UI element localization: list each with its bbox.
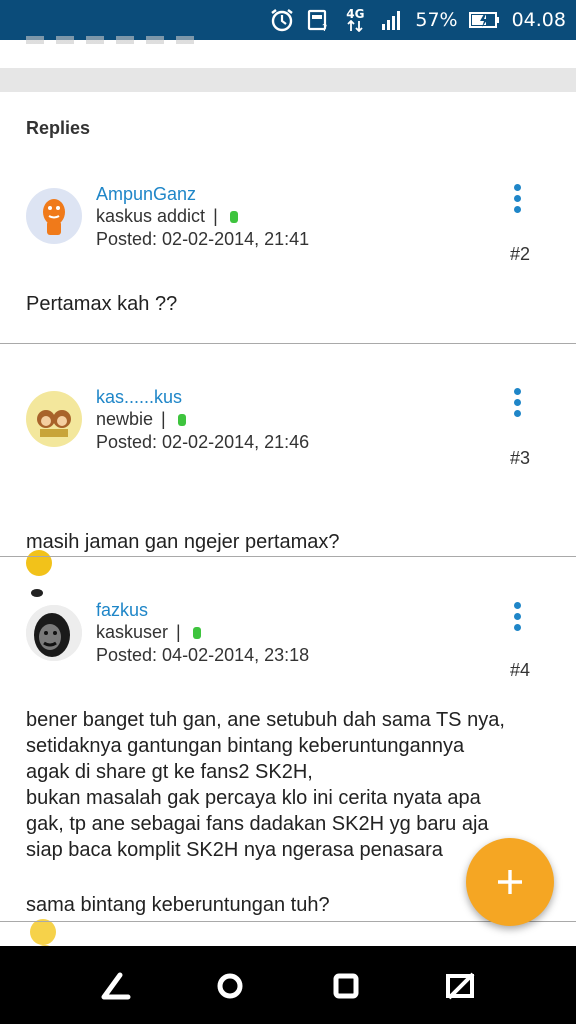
post-text: masih jaman gan ngejer pertamax? bbox=[26, 531, 340, 553]
post-content: masih jaman gan ngejer pertamax? bbox=[26, 503, 566, 597]
post-number: #4 bbox=[509, 660, 530, 680]
username[interactable]: kas......kus bbox=[96, 387, 182, 408]
user-rank: kaskuser | bbox=[96, 622, 201, 643]
home-button[interactable] bbox=[212, 968, 248, 1004]
svg-text:?: ? bbox=[322, 23, 327, 33]
back-icon bbox=[101, 972, 131, 1000]
recents-button[interactable] bbox=[328, 968, 364, 1004]
user-rank: newbie | bbox=[96, 409, 186, 430]
section-separator bbox=[0, 68, 576, 92]
rank-separator: | bbox=[161, 409, 166, 429]
alarm-icon bbox=[269, 7, 295, 33]
post-content: Pertamax kah ?? bbox=[26, 293, 178, 315]
network-4g-icon: 4G bbox=[341, 7, 369, 33]
replies-heading: Replies bbox=[26, 118, 91, 138]
navigation-bar bbox=[0, 946, 576, 1024]
battery-percent: 57% bbox=[415, 9, 458, 31]
online-status-icon bbox=[229, 210, 238, 223]
post-timestamp: Posted: 02-02-2014, 21:46 bbox=[96, 432, 310, 452]
avatar[interactable] bbox=[26, 605, 82, 661]
rank-label: kaskus addict bbox=[96, 206, 206, 226]
avatar[interactable] bbox=[26, 391, 82, 447]
username[interactable]: fazkus bbox=[96, 600, 148, 621]
clock: 04.08 bbox=[511, 9, 566, 31]
back-button[interactable] bbox=[98, 968, 134, 1004]
status-bar: ? 4G 57% 04.08 bbox=[0, 0, 576, 40]
divider bbox=[0, 556, 576, 557]
hide-navbar-button[interactable] bbox=[443, 968, 479, 1004]
rank-separator: | bbox=[213, 206, 218, 226]
username[interactable]: AmpunGanz bbox=[96, 184, 196, 205]
home-icon bbox=[217, 973, 243, 999]
rank-label: kaskuser bbox=[96, 622, 169, 642]
rank-separator: | bbox=[176, 622, 181, 642]
more-options-button[interactable] bbox=[510, 184, 526, 218]
emoticon-icon bbox=[26, 549, 52, 597]
user-rank: kaskus addict | bbox=[96, 206, 238, 227]
rank-label: newbie bbox=[96, 409, 154, 429]
post-content: bener banget tuh gan, ane setubuh dah sa… bbox=[26, 709, 505, 861]
hide-navbar-icon bbox=[446, 972, 475, 1000]
battery-icon bbox=[468, 7, 502, 33]
post-number: #3 bbox=[509, 448, 530, 468]
signal-icon bbox=[379, 7, 405, 33]
avatar[interactable] bbox=[26, 188, 82, 244]
data-saver-icon: ? bbox=[305, 7, 331, 33]
post-timestamp: Posted: 02-02-2014, 21:41 bbox=[96, 229, 310, 249]
previous-content-remnant bbox=[0, 36, 576, 68]
plus-icon bbox=[498, 870, 522, 894]
post-number: #2 bbox=[509, 244, 530, 264]
post-text: sama bintang keberuntungan tuh? bbox=[26, 894, 330, 916]
post-timestamp: Posted: 04-02-2014, 23:18 bbox=[96, 645, 310, 665]
online-status-icon bbox=[177, 413, 186, 426]
online-status-icon bbox=[192, 626, 201, 639]
divider bbox=[0, 343, 576, 344]
add-reply-button[interactable] bbox=[466, 838, 554, 926]
recents-icon bbox=[333, 973, 359, 999]
emoticon-icon bbox=[30, 918, 56, 965]
more-options-button[interactable] bbox=[510, 602, 526, 636]
more-options-button[interactable] bbox=[510, 388, 526, 422]
network-type-label: 4G bbox=[346, 7, 365, 21]
